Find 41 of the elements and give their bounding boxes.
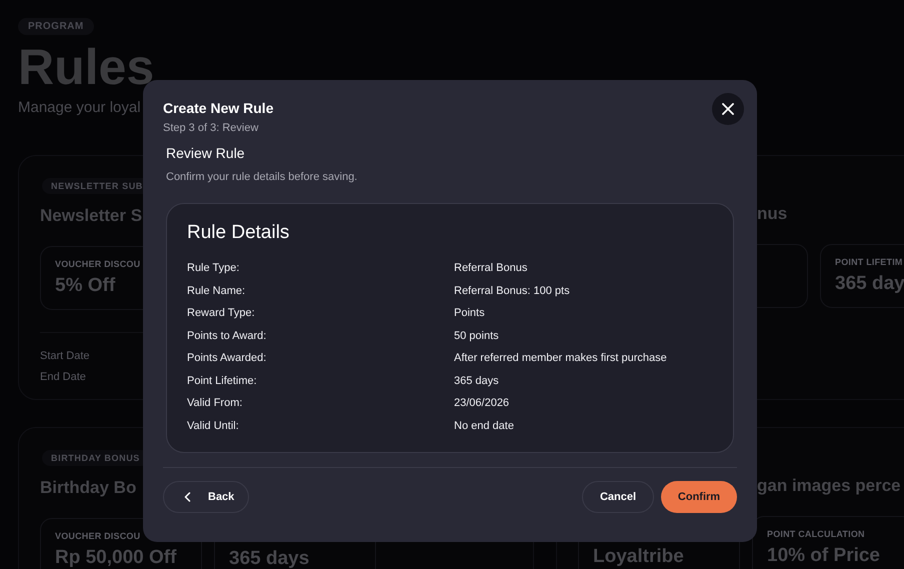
stat-label: VOUCHER DISCOU <box>55 259 140 269</box>
dialog-title: Create New Rule <box>163 100 274 116</box>
rule-title: Newsletter S <box>40 206 142 226</box>
detail-label: Point Lifetime: <box>187 374 258 388</box>
section-description: Confirm your rule details before saving. <box>166 171 358 183</box>
stat-label: POINT CALCULATION <box>767 529 865 539</box>
detail-value: 365 days <box>454 374 500 388</box>
detail-label: Valid Until: <box>187 418 240 432</box>
detail-label: Valid From: <box>187 396 244 410</box>
detail-label: Points Awarded: <box>187 351 268 365</box>
stat-value: 5% Off <box>55 275 116 297</box>
date-label: Start Date <box>40 350 90 362</box>
date-label: End Date <box>40 371 86 383</box>
detail-label: Reward Type: <box>187 306 256 320</box>
detail-value: Points <box>454 306 486 320</box>
section-badge: PROGRAM <box>18 18 94 35</box>
details-title: Rule Details <box>187 222 290 244</box>
stat-label: VOUCHER DISCOU <box>55 531 140 541</box>
detail-label: Points to Award: <box>187 328 268 342</box>
page-subtitle: Manage your loyal <box>18 99 141 116</box>
detail-value: 50 points <box>454 328 500 342</box>
stat-value: 10% of Price <box>767 545 880 567</box>
stat-label: POINT LIFETIM <box>835 257 903 267</box>
stat-value: Loyaltribe <box>593 546 684 568</box>
detail-value: After referred member makes first purchase <box>454 351 668 365</box>
detail-value: Referral Bonus <box>454 261 528 275</box>
detail-value: No end date <box>454 418 515 432</box>
step-indicator: Step 3 of 3: Review <box>163 122 260 134</box>
confirm-button[interactable]: Confirm <box>661 481 737 513</box>
section-title: Review Rule <box>166 145 246 161</box>
rule-title: gan images perce <box>757 476 901 496</box>
stat-value: Rp 50,000 Off <box>55 547 176 569</box>
rule-title: nus <box>757 204 788 224</box>
back-button[interactable]: Back <box>163 481 249 513</box>
detail-label: Rule Type: <box>187 261 240 275</box>
stat-value: 365 days <box>229 548 310 569</box>
cancel-button[interactable]: Cancel <box>582 481 654 513</box>
rule-title: Birthday Bo <box>40 478 136 498</box>
detail-value: 23/06/2026 <box>454 396 510 410</box>
detail-value: Referral Bonus: 100 pts <box>454 284 571 298</box>
detail-label: Rule Name: <box>187 284 246 298</box>
